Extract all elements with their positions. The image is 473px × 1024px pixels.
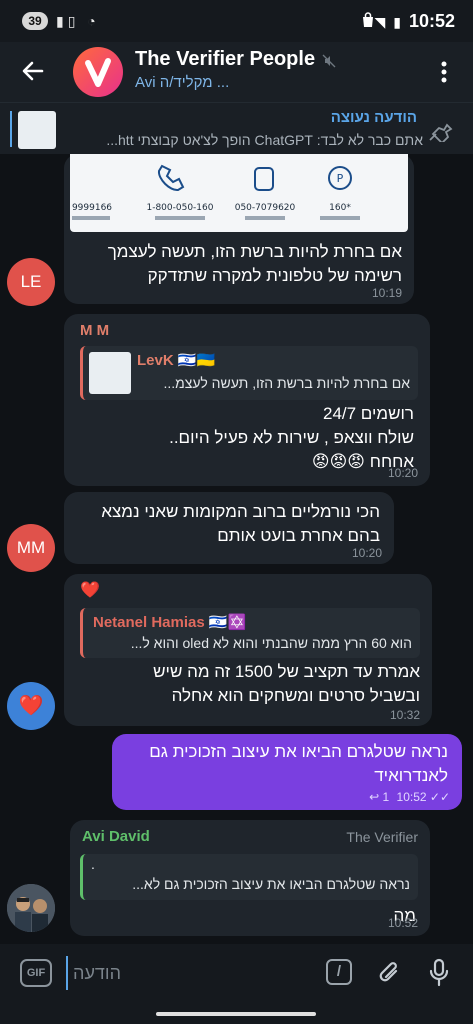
contact-icons-image: P 160* 050-7079620 1-800-050-160 9999166 bbox=[72, 164, 360, 220]
message-bubble[interactable]: Avi David The Verifier . נראה שטלגרם הבי… bbox=[70, 820, 430, 936]
message-text: אמרת עד תקציב של 1500 זה מה שיש ובשביל ס… bbox=[80, 660, 420, 708]
img-caption-3: 1-800-050-160 bbox=[146, 203, 213, 213]
message-line: לאנדרואיד bbox=[374, 766, 448, 785]
message-line: רשימה של טלפונית למקרה שתזדקק bbox=[147, 266, 402, 285]
bot-command-button[interactable]: / bbox=[326, 959, 352, 985]
reply-preview[interactable]: Netanel Hamias 🇮🇱✡️ הוא 60 הרץ ממה שהבנת… bbox=[80, 608, 420, 658]
reply-text: נראה שטלגרם הביאו את עיצוב הזכוכית גם לא… bbox=[132, 876, 410, 892]
read-checks-icon: ✓✓ bbox=[429, 790, 450, 804]
message-bubble[interactable]: P 160* 050-7079620 1-800-050-160 9999166… bbox=[64, 154, 414, 304]
heart-reaction-icon[interactable]: ❤️ bbox=[80, 580, 100, 600]
reply-text: . bbox=[91, 856, 95, 872]
message-time: 10:19 bbox=[371, 286, 402, 300]
img-caption-4: 9999166 bbox=[72, 203, 112, 213]
reply-preview[interactable]: . נראה שטלגרם הביאו את עיצוב הזכוכית גם … bbox=[80, 854, 418, 900]
person-photo-icon bbox=[7, 884, 55, 932]
gif-button[interactable]: GIF bbox=[20, 959, 52, 987]
message-time: 10:20 bbox=[387, 466, 418, 480]
message-text: רושמים 24/7 שולח ווצאפ , שירות לא פעיל ה… bbox=[74, 402, 414, 474]
reply-text: אם בחרת להיות ברשת הזו, תעשה לעצמ... bbox=[163, 375, 410, 391]
message-line: הכי נורמליים ברוב המקומות שאני נמצא bbox=[101, 502, 380, 521]
reply-thumbnail bbox=[89, 352, 131, 394]
user-avatar-photo[interactable] bbox=[7, 884, 55, 932]
pin-list-icon[interactable] bbox=[428, 118, 454, 142]
message-time: 10:52 bbox=[387, 916, 418, 930]
message-line: אחחח 😡😡😡 bbox=[311, 452, 414, 471]
message-list[interactable]: P 160* 050-7079620 1-800-050-160 9999166… bbox=[0, 154, 473, 944]
reply-sender: LevK 🇮🇱🇺🇦 bbox=[137, 352, 216, 369]
reply-count[interactable]: 1 bbox=[382, 790, 389, 804]
message-text: הכי נורמליים ברוב המקומות שאני נמצא בהם … bbox=[70, 500, 380, 548]
reply-text: הוא 60 הרץ ממה שהבנתי והוא לא oled והוא … bbox=[130, 635, 412, 651]
message-time: 10:32 bbox=[389, 708, 420, 722]
message-image[interactable]: P 160* 050-7079620 1-800-050-160 9999166 bbox=[70, 154, 408, 232]
pinned-indicator bbox=[10, 111, 12, 147]
img-caption-1: 160* bbox=[329, 203, 351, 213]
pinned-text: אתם כבר לא לבד: ChatGPT הופך לצ'אט קבוצת… bbox=[106, 132, 423, 148]
img-caption-2: 050-7079620 bbox=[235, 203, 296, 213]
message-bubble[interactable]: M M LevK 🇮🇱🇺🇦 אם בחרת להיות ברשת הזו, תע… bbox=[64, 314, 430, 486]
home-indicator[interactable] bbox=[156, 1012, 316, 1016]
reply-sender: Netanel Hamias 🇮🇱✡️ bbox=[93, 614, 247, 631]
message-time: 10:52 bbox=[396, 790, 427, 804]
message-composer: GIF הודעה / bbox=[0, 944, 473, 1004]
message-line: שולח ווצאפ , שירות לא פעיל היום.. bbox=[169, 428, 414, 447]
svg-text:P: P bbox=[337, 172, 344, 185]
sender-name[interactable]: M M bbox=[80, 322, 109, 339]
attach-icon[interactable] bbox=[376, 958, 402, 988]
message-input[interactable]: הודעה bbox=[66, 956, 306, 990]
system-nav-bar bbox=[0, 1004, 473, 1024]
typing-status: Avi מקליד/ה ... bbox=[135, 74, 230, 91]
status-time: ◥ ▮ 10:52 bbox=[374, 11, 455, 32]
message-text: נראה שטלגרם הביאו את עיצוב הזכוכית גם לא… bbox=[118, 740, 448, 788]
more-options-icon[interactable] bbox=[436, 58, 452, 86]
pinned-title: הודעה נעוצה bbox=[330, 109, 417, 126]
pinned-thumbnail bbox=[18, 111, 56, 149]
group-avatar[interactable] bbox=[73, 47, 123, 97]
message-line: ובשביל סרטים ומשחקים הוא אחלה bbox=[171, 686, 420, 705]
reply-preview[interactable]: LevK 🇮🇱🇺🇦 אם בחרת להיות ברשת הזו, תעשה ל… bbox=[80, 346, 418, 400]
battery-icon: ▮ bbox=[393, 14, 401, 30]
chat-header: The Verifier People Avi מקליד/ה ... bbox=[0, 42, 473, 102]
verifier-logo-icon bbox=[85, 58, 111, 87]
message-time: 10:20 bbox=[351, 546, 382, 560]
message-line: אם בחרת להיות ברשת הזו, תעשה לעצמך bbox=[107, 242, 402, 261]
pinned-message-bar[interactable]: הודעה נעוצה אתם כבר לא לבד: ChatGPT הופך… bbox=[0, 102, 473, 154]
outgoing-message-bubble[interactable]: נראה שטלגרם הביאו את עיצוב הזכוכית גם לא… bbox=[112, 734, 462, 810]
user-avatar[interactable]: MM bbox=[7, 524, 55, 572]
message-text: מה bbox=[393, 906, 416, 925]
message-line: אמרת עד תקציב של 1500 זה מה שיש bbox=[153, 662, 420, 681]
message-text: אם בחרת להיות ברשת הזו, תעשה לעצמך רשימה… bbox=[72, 240, 402, 288]
back-arrow-icon[interactable] bbox=[18, 56, 48, 86]
microphone-icon[interactable] bbox=[428, 958, 450, 988]
user-avatar[interactable]: ❤️ bbox=[7, 682, 55, 730]
message-bubble[interactable]: הכי נורמליים ברוב המקומות שאני נמצא בהם … bbox=[64, 492, 394, 564]
wifi-icon: ◥ bbox=[374, 14, 386, 30]
message-line: רושמים 24/7 bbox=[322, 404, 414, 423]
admin-badge: The Verifier bbox=[346, 829, 418, 845]
message-meta: ↩ 1 10:52 ✓✓ bbox=[369, 790, 450, 804]
chat-title[interactable]: The Verifier People bbox=[135, 48, 315, 71]
message-line: בהם אחרת בועט אותם bbox=[217, 526, 380, 545]
muted-icon bbox=[322, 54, 336, 68]
clock: 10:52 bbox=[408, 11, 455, 31]
signal-icons: ▮▯ ◔ bbox=[56, 13, 100, 29]
sender-name[interactable]: Avi David bbox=[82, 828, 150, 845]
battery-indicator: 39 bbox=[22, 12, 48, 30]
user-avatar[interactable]: LE bbox=[7, 258, 55, 306]
message-line: נראה שטלגרם הביאו את עיצוב הזכוכית גם bbox=[149, 742, 448, 761]
reply-arrow-icon: ↩ bbox=[369, 790, 380, 804]
message-bubble[interactable]: ❤️ Netanel Hamias 🇮🇱✡️ הוא 60 הרץ ממה שה… bbox=[64, 574, 432, 726]
status-bar: 39 ▮▯ ◔ ◥ ▮ 10:52 bbox=[0, 0, 473, 42]
